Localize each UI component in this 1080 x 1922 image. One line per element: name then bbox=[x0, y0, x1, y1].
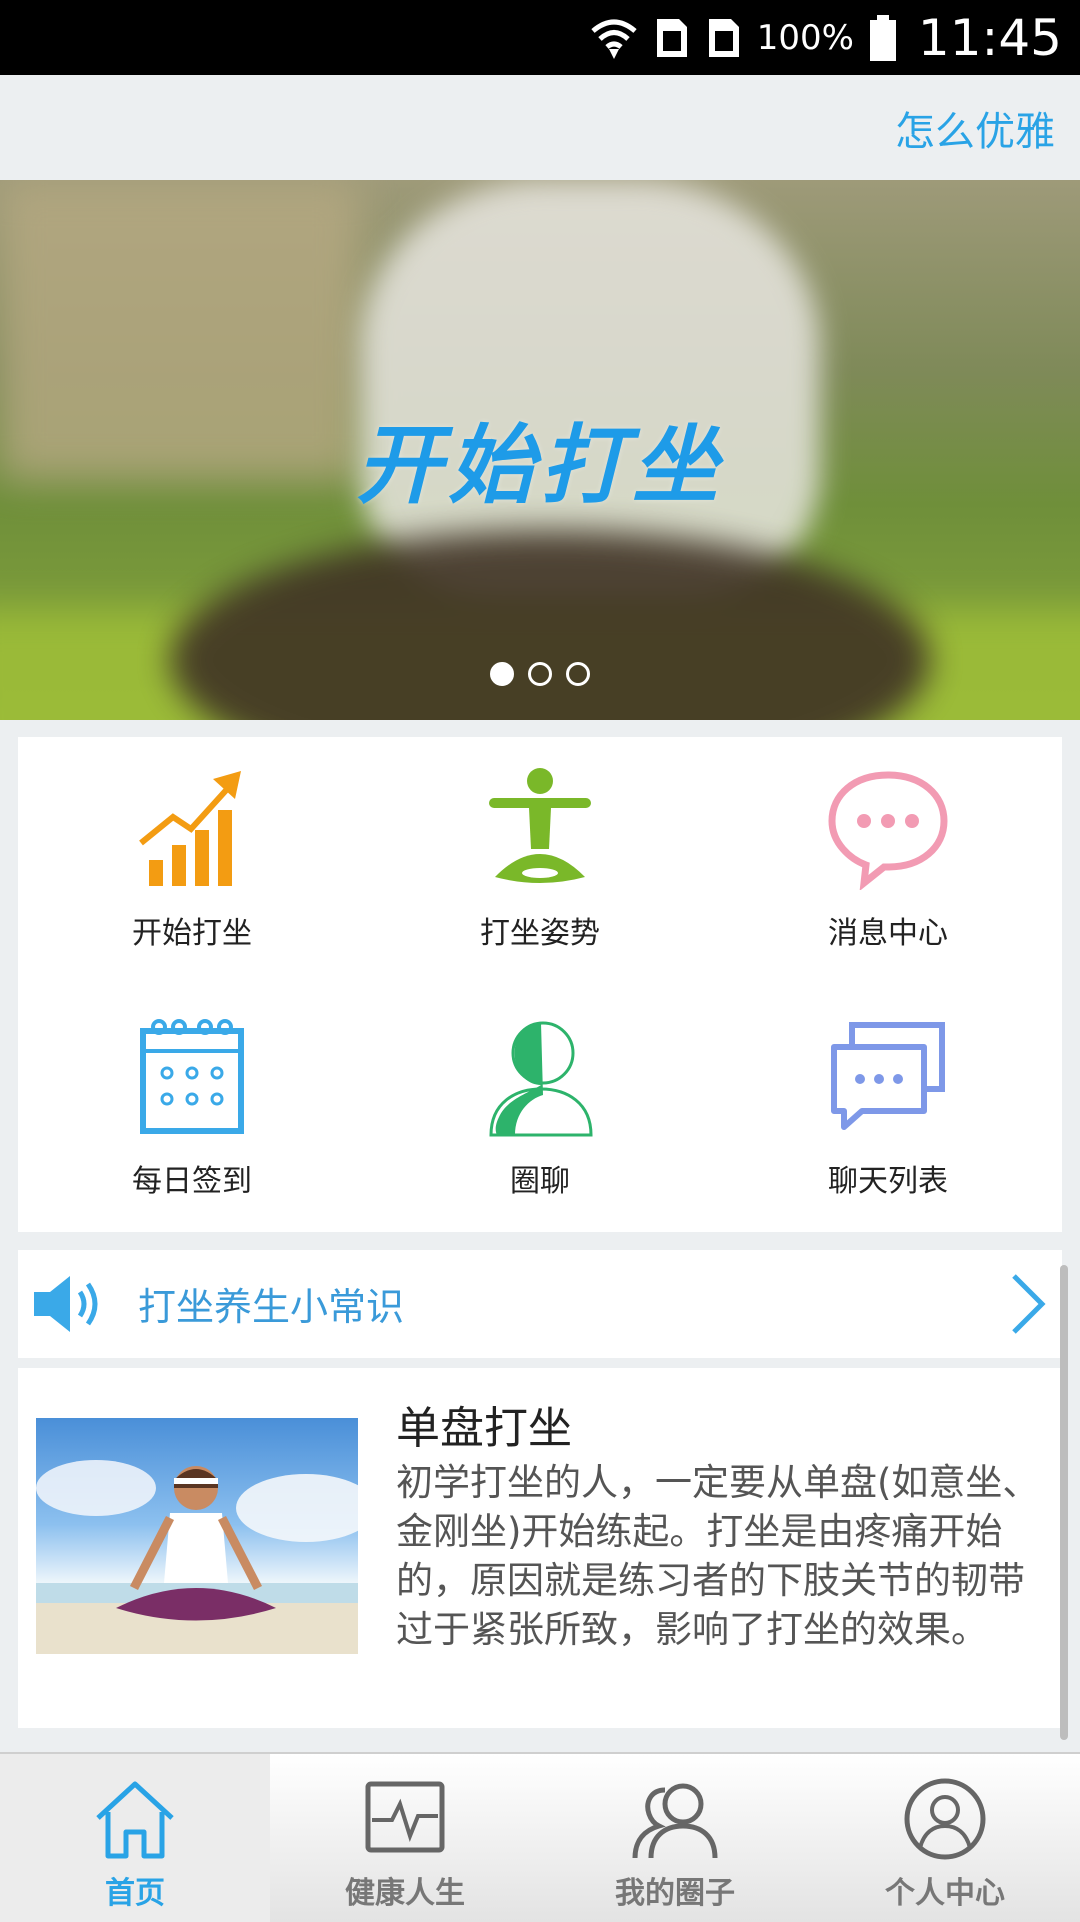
tips-title: 打坐养生小常识 bbox=[138, 1285, 405, 1329]
calendar-icon bbox=[140, 1019, 244, 1134]
meditation-pose-icon bbox=[489, 768, 591, 883]
home-icon bbox=[96, 1781, 174, 1859]
article-image bbox=[36, 1418, 358, 1654]
clock: 11:45 bbox=[917, 8, 1062, 67]
article-title: 单盘打坐 bbox=[396, 1403, 572, 1454]
tab-my-circle[interactable]: 我的圈子 bbox=[540, 1754, 810, 1922]
feature-circle-chat[interactable]: 圈聊 bbox=[366, 985, 714, 1232]
carousel-dot[interactable] bbox=[566, 662, 590, 686]
battery-percent: 100% bbox=[756, 17, 854, 58]
growth-chart-icon bbox=[139, 771, 241, 886]
carousel-indicator bbox=[0, 662, 1080, 686]
feature-label: 每日签到 bbox=[132, 1164, 252, 1199]
feature-daily-checkin[interactable]: 每日签到 bbox=[18, 985, 366, 1232]
feature-label: 消息中心 bbox=[828, 916, 948, 951]
banner-figure-legs bbox=[170, 530, 930, 720]
status-icons: 100% 11:45 bbox=[589, 0, 1062, 75]
profile-icon bbox=[904, 1778, 986, 1860]
status-bar: 100% 11:45 bbox=[0, 0, 1080, 75]
carousel-dot[interactable] bbox=[528, 662, 552, 686]
user-icon bbox=[489, 1021, 593, 1137]
chat-list-icon bbox=[830, 1022, 945, 1130]
banner-carousel[interactable]: 开始打坐 bbox=[0, 180, 1080, 720]
feature-label: 开始打坐 bbox=[132, 916, 252, 951]
feature-message-center[interactable]: 消息中心 bbox=[714, 737, 1062, 984]
tab-home[interactable]: 首页 bbox=[0, 1754, 270, 1922]
feature-meditation-pose[interactable]: 打坐姿势 bbox=[366, 737, 714, 984]
banner-title: 开始打坐 bbox=[356, 415, 724, 516]
scrollbar[interactable] bbox=[1060, 1265, 1068, 1740]
chat-bubble-icon bbox=[827, 771, 948, 890]
group-icon bbox=[632, 1783, 718, 1859]
sim1-icon bbox=[656, 18, 687, 57]
tab-label: 我的圈子 bbox=[615, 1876, 735, 1911]
article-card[interactable]: 单盘打坐 初学打坐的人，一定要从单盘(如意坐、金刚坐)开始练起。打坐是由疼痛开始… bbox=[18, 1368, 1062, 1728]
top-bar: 怎么优雅 bbox=[0, 75, 1080, 180]
tab-label: 个人中心 bbox=[885, 1876, 1005, 1911]
meditating-woman-illustration bbox=[36, 1460, 358, 1654]
feature-label: 打坐姿势 bbox=[480, 916, 600, 951]
feature-chat-list[interactable]: 聊天列表 bbox=[714, 985, 1062, 1232]
battery-icon bbox=[869, 14, 896, 61]
speaker-icon bbox=[34, 1276, 98, 1332]
wifi-icon bbox=[591, 19, 637, 59]
sim2-icon bbox=[708, 18, 739, 57]
tab-health-life[interactable]: 健康人生 bbox=[270, 1754, 540, 1922]
feature-label: 圈聊 bbox=[510, 1164, 570, 1199]
bottom-tab-bar: 首页 健康人生 我的圈子 个人中心 bbox=[0, 1752, 1080, 1922]
carousel-dot[interactable] bbox=[490, 662, 514, 686]
tab-profile[interactable]: 个人中心 bbox=[810, 1754, 1080, 1922]
tips-row[interactable]: 打坐养生小常识 bbox=[18, 1250, 1062, 1358]
health-monitor-icon bbox=[365, 1781, 445, 1853]
feature-start-meditation[interactable]: 开始打坐 bbox=[18, 737, 366, 984]
article-body: 初学打坐的人，一定要从单盘(如意坐、金刚坐)开始练起。打坐是由疼痛开始的，原因就… bbox=[396, 1461, 1040, 1651]
tab-label: 首页 bbox=[105, 1876, 165, 1911]
feature-grid: 开始打坐 打坐姿势 消息中心 每日签到 圈聊 聊天列表 bbox=[18, 737, 1062, 1232]
feature-label: 聊天列表 bbox=[828, 1164, 948, 1199]
header-link[interactable]: 怎么优雅 bbox=[895, 99, 1055, 157]
chevron-right-icon[interactable] bbox=[1008, 1272, 1048, 1336]
tab-label: 健康人生 bbox=[345, 1876, 465, 1911]
